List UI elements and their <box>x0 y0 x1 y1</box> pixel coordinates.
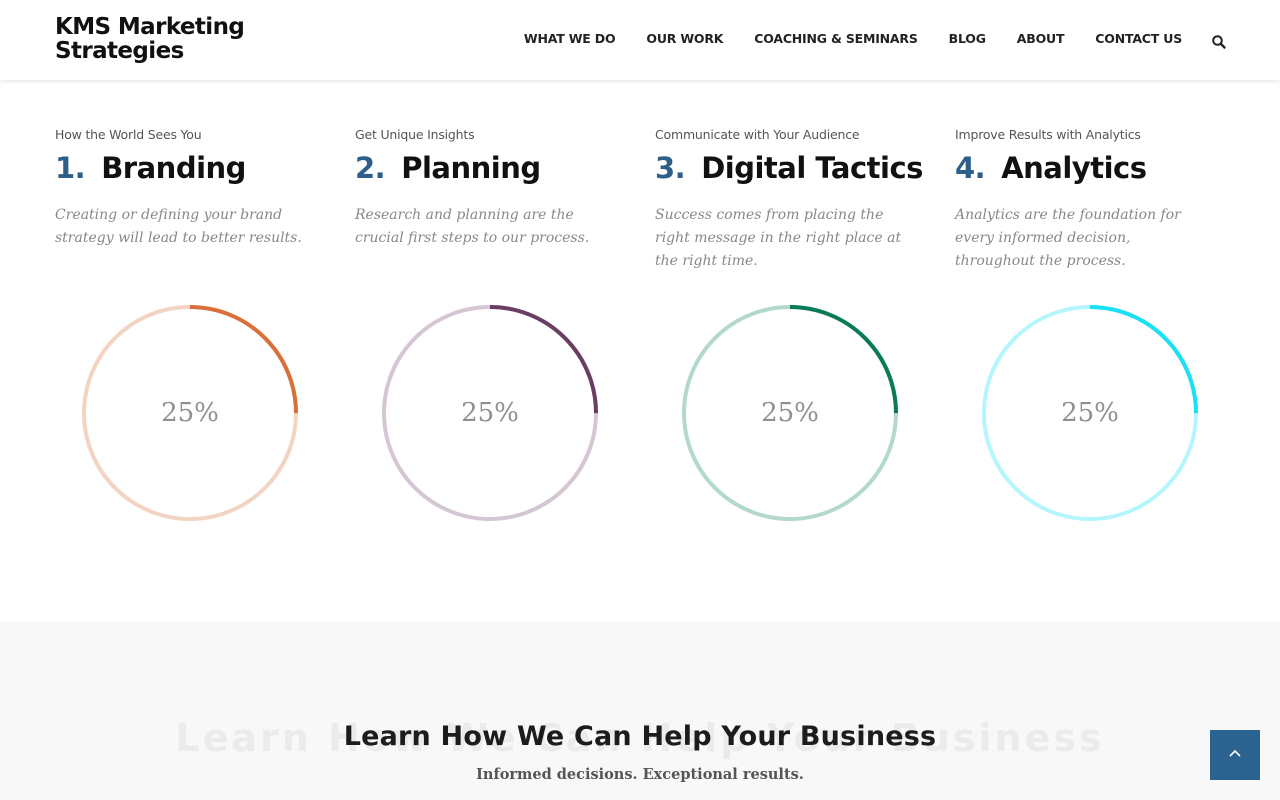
progress-percent: 25% <box>1061 398 1119 428</box>
step-description: Research and planning are the crucial fi… <box>355 207 590 246</box>
progress-ring-analytics: 25% <box>980 303 1200 523</box>
step-number: 2. <box>355 151 386 185</box>
step-number: 4. <box>955 151 986 185</box>
progress-percent: 25% <box>461 398 519 428</box>
step-title: Planning <box>401 151 541 185</box>
chevron-up-icon <box>1228 746 1242 764</box>
progress-ring-branding: 25% <box>80 303 300 523</box>
cta-subtitle: Informed decisions. Exceptional results. <box>476 766 804 783</box>
search-icon[interactable] <box>1211 34 1227 50</box>
step-branding: How the World Sees You 1. Branding Creati… <box>55 127 325 250</box>
step-analytics: Improve Results with Analytics 4. Analyti… <box>955 127 1225 273</box>
logo-line-2: Strategies <box>55 38 184 64</box>
cta-title: Learn How We Can Help Your Business <box>343 721 937 752</box>
step-kicker: Get Unique Insights <box>355 127 475 142</box>
step-title: Branding <box>101 151 246 185</box>
step-kicker: How the World Sees You <box>55 127 202 142</box>
step-number: 3. <box>655 151 686 185</box>
step-heading: 2. Planning <box>355 150 625 186</box>
progress-ring-planning: 25% <box>380 303 600 523</box>
step-heading: 3. Digital Tactics <box>655 150 925 186</box>
logo-line-1: KMS Marketing <box>55 14 245 40</box>
step-number: 1. <box>55 151 86 185</box>
nav-coaching-seminars[interactable]: COACHING & SEMINARS <box>754 31 918 47</box>
step-description: Success comes from placing the right mes… <box>655 207 902 269</box>
step-kicker: Improve Results with Analytics <box>955 127 1141 142</box>
nav-what-we-do[interactable]: WHAT WE DO <box>524 31 616 47</box>
nav-blog[interactable]: BLOG <box>949 31 986 47</box>
step-digital-tactics: Communicate with Your Audience 3. Digital… <box>655 127 925 273</box>
progress-ring-digital-tactics: 25% <box>680 303 900 523</box>
cta-section: Learn How We Can Help Your Business Lear… <box>0 622 1280 800</box>
nav-our-work[interactable]: OUR WORK <box>646 31 723 47</box>
site-logo[interactable]: KMS Marketing Strategies <box>55 15 255 63</box>
step-heading: 4. Analytics <box>955 150 1225 186</box>
step-heading: 1. Branding <box>55 150 325 186</box>
step-title: Digital Tactics <box>701 151 923 185</box>
step-planning: Get Unique Insights 2. Planning Research … <box>355 127 625 250</box>
nav-contact-us[interactable]: CONTACT US <box>1095 31 1182 47</box>
step-description: Creating or defining your brand strategy… <box>55 207 302 246</box>
back-to-top-button[interactable] <box>1210 730 1260 780</box>
site-header: KMS Marketing Strategies WHAT WE DO OUR … <box>0 0 1280 80</box>
progress-percent: 25% <box>161 398 219 428</box>
step-title: Analytics <box>1001 151 1147 185</box>
step-description: Analytics are the foundation for every i… <box>955 207 1181 269</box>
nav-about[interactable]: ABOUT <box>1017 31 1065 47</box>
progress-percent: 25% <box>761 398 819 428</box>
main-nav: WHAT WE DO OUR WORK COACHING & SEMINARS … <box>493 31 1182 47</box>
step-kicker: Communicate with Your Audience <box>655 127 860 142</box>
